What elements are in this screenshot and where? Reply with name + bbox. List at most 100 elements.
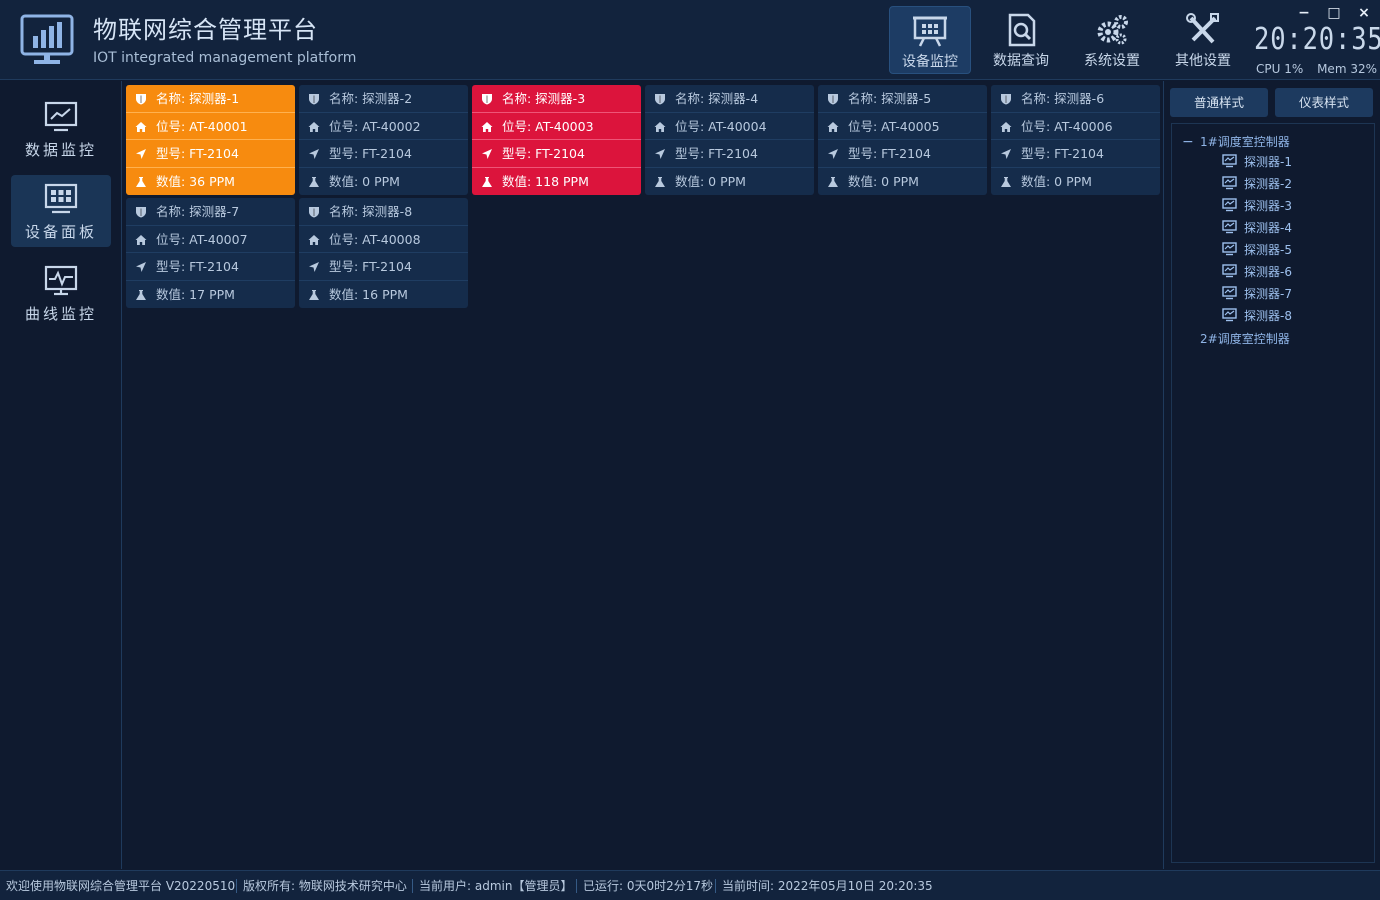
pulse-monitor-icon [44,265,78,296]
status-user: 当前用户: admin【管理员】 [419,879,573,893]
flask-icon [309,289,319,300]
side-item-device-panel[interactable]: 设备面板 [11,175,111,247]
tree-item-detector[interactable]: 探测器-6 [1222,262,1362,282]
device-value: 数值: 0 PPM [1021,173,1092,189]
device-model-row: 型号: FT-2104 [126,253,295,281]
monitor-node-icon [1222,220,1237,234]
tree-item-label: 探测器-2 [1244,177,1292,191]
tree-root-controller-2[interactable]: 2#调度室控制器 [1200,330,1290,347]
device-position-row: 位号: AT-40005 [818,113,987,140]
flask-icon [136,176,146,187]
bar-chart-monitor-icon [20,14,74,64]
device-position-row: 位号: AT-40003 [472,113,641,140]
tree-item-detector[interactable]: 探测器-3 [1222,196,1362,216]
device-model: 型号: FT-2104 [156,146,239,161]
device-card[interactable]: 名称: 探测器-4 位号: AT-40004 型号: FT-2104 数值: 0 PP… [645,85,814,195]
tree-item-label: 探测器-4 [1244,221,1292,235]
tools-icon [1186,13,1219,44]
nav-label: 设备监控 [902,54,958,70]
device-value-row: 数值: 17 PPM [126,281,295,309]
tree-item-label: 探测器-8 [1244,309,1292,323]
flask-icon [655,176,665,187]
device-card[interactable]: 名称: 探测器-2 位号: AT-40002 型号: FT-2104 数值: 0 PP… [299,85,468,195]
cpu-usage: CPU 1% [1256,62,1304,76]
device-position: 位号: AT-40003 [502,118,594,134]
nav-label: 其他设置 [1175,53,1231,69]
location-arrow-icon [482,149,492,159]
device-name: 名称: 探测器-8 [329,204,413,219]
device-name: 名称: 探测器-5 [848,91,932,106]
device-name-row: 名称: 探测器-6 [991,85,1160,113]
device-card[interactable]: 名称: 探测器-6 位号: AT-40006 型号: FT-2104 数值: 0 PP… [991,85,1160,195]
status-divider [412,879,413,893]
tree-root-controller-1[interactable]: 1#调度室控制器 [1200,133,1290,150]
normal-style-button[interactable]: 普通样式 [1170,88,1268,117]
device-grid: 名称: 探测器-1 位号: AT-40001 型号: FT-2104 数值: 36 P… [124,85,1160,325]
flask-icon [1001,176,1011,187]
device-name: 名称: 探测器-4 [675,91,759,106]
home-icon [308,121,320,132]
device-model-row: 型号: FT-2104 [126,140,295,168]
device-value-row: 数值: 118 PPM [472,168,641,196]
monitor-node-icon [1222,286,1237,300]
monitor-node-icon [1222,264,1237,278]
nav-other-settings[interactable]: 其他设置 [1162,6,1244,74]
side-nav: 数据监控 设备面板 曲线监控 [0,81,122,869]
device-card[interactable]: 名称: 探测器-5 位号: AT-40005 型号: FT-2104 数值: 0 PP… [818,85,987,195]
nav-data-query[interactable]: 数据查询 [980,6,1062,74]
device-position: 位号: AT-40001 [156,118,248,134]
monitor-node-icon [1222,308,1237,322]
tree-item-detector[interactable]: 探测器-1 [1222,152,1362,172]
nav-label: 数据查询 [993,53,1049,69]
status-welcome: 欢迎使用物联网综合管理平台 V20220510 [6,879,236,893]
device-value-row: 数值: 0 PPM [299,168,468,196]
shield-icon [136,94,146,105]
shield-icon [655,94,665,105]
minimize-button[interactable]: − [1293,4,1315,24]
location-arrow-icon [828,149,838,159]
device-model-row: 型号: FT-2104 [991,140,1160,168]
device-value: 数值: 0 PPM [675,173,746,189]
tree-item-label: 探测器-7 [1244,287,1292,301]
device-position: 位号: AT-40006 [1021,118,1113,134]
location-arrow-icon [309,262,319,272]
device-position-row: 位号: AT-40008 [299,226,468,253]
gauge-style-button[interactable]: 仪表样式 [1275,88,1373,117]
nav-label: 系统设置 [1084,53,1140,69]
close-button[interactable]: × [1353,4,1375,24]
home-icon [308,234,320,245]
device-card[interactable]: 名称: 探测器-8 位号: AT-40008 型号: FT-2104 数值: 16 P… [299,198,468,308]
device-name-row: 名称: 探测器-1 [126,85,295,113]
app-title: 物联网综合管理平台 [93,16,318,44]
nav-device-monitor[interactable]: 设备监控 [889,6,971,74]
nav-system-settings[interactable]: 系统设置 [1071,6,1153,74]
home-icon [654,121,666,132]
device-name-row: 名称: 探测器-7 [126,198,295,226]
system-stats: CPU 1% Mem 32% [1256,62,1380,76]
device-card[interactable]: 名称: 探测器-7 位号: AT-40007 型号: FT-2104 数值: 17 P… [126,198,295,308]
device-position: 位号: AT-40008 [329,231,421,247]
side-item-curve-monitor[interactable]: 曲线监控 [11,257,111,329]
device-position-row: 位号: AT-40001 [126,113,295,140]
device-card[interactable]: 名称: 探测器-1 位号: AT-40001 型号: FT-2104 数值: 36 P… [126,85,295,195]
shield-icon [136,207,146,218]
tree-item-detector[interactable]: 探测器-7 [1222,284,1362,304]
device-position-row: 位号: AT-40004 [645,113,814,140]
device-name-row: 名称: 探测器-4 [645,85,814,113]
shield-icon [482,94,492,105]
home-icon [135,234,147,245]
flask-icon [828,176,838,187]
tree-item-detector[interactable]: 探测器-4 [1222,218,1362,238]
maximize-button[interactable]: □ [1323,4,1345,24]
status-divider [715,879,716,893]
side-item-data-monitor[interactable]: 数据监控 [11,93,111,165]
tree-item-detector[interactable]: 探测器-2 [1222,174,1362,194]
tree-item-label: 探测器-1 [1244,155,1292,169]
tree-item-detector[interactable]: 探测器-5 [1222,240,1362,260]
device-position: 位号: AT-40007 [156,231,248,247]
device-tree: − 1#调度室控制器 2#调度室控制器 探测器-1 探测器-2 探测器-3 探测器-4… [1171,123,1375,863]
shield-icon [309,207,319,218]
tree-collapse-toggle[interactable]: − [1182,134,1194,150]
tree-item-detector[interactable]: 探测器-8 [1222,306,1362,326]
device-card[interactable]: 名称: 探测器-3 位号: AT-40003 型号: FT-2104 数值: 118 … [472,85,641,195]
